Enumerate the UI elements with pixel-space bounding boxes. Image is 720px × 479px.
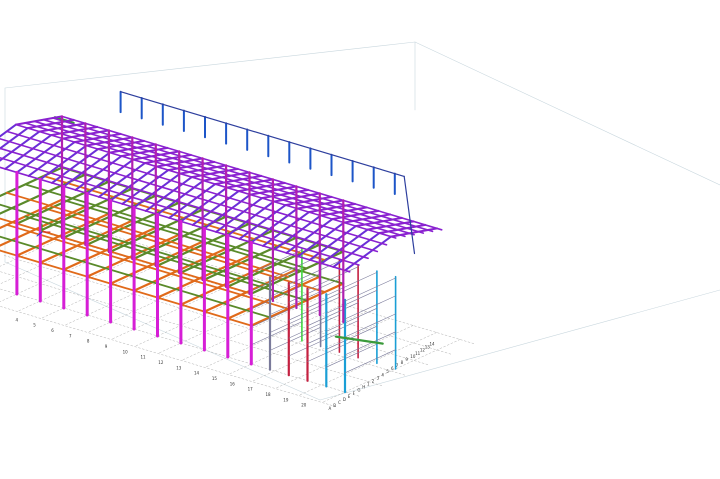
roof-purlin bbox=[42, 118, 425, 234]
grid-label: 4 bbox=[381, 372, 384, 377]
bay-girt bbox=[325, 307, 378, 332]
grid-label: B bbox=[333, 403, 336, 408]
bounding-box-edge bbox=[414, 41, 720, 186]
grid-label: 17 bbox=[248, 387, 254, 392]
structural-3d-model[interactable]: BA1234567891011121314151617181920ABCDEFG… bbox=[0, 0, 720, 475]
grid-label: 14 bbox=[194, 371, 200, 376]
grid-label: 12 bbox=[158, 360, 164, 365]
bay-girt bbox=[307, 338, 359, 362]
canopy-beam bbox=[334, 335, 384, 345]
grid-label: 16 bbox=[230, 381, 236, 386]
grid-label: 3 bbox=[377, 375, 380, 380]
bay-girt bbox=[307, 302, 359, 327]
grid-label: 3 bbox=[0, 312, 1, 317]
grid-label: 14 bbox=[430, 342, 436, 347]
bay-girt bbox=[288, 332, 340, 357]
handrail-rail bbox=[403, 175, 416, 255]
roof-steel bbox=[0, 115, 443, 273]
bay-girt bbox=[344, 295, 396, 320]
bay-girt bbox=[325, 325, 378, 350]
grid-line bbox=[0, 271, 383, 386]
grid-label: 11 bbox=[141, 355, 147, 360]
bay-girt bbox=[344, 277, 396, 302]
grid-label: 9 bbox=[105, 344, 108, 349]
bay-girt bbox=[269, 326, 321, 351]
grid-label: 6 bbox=[51, 328, 54, 333]
grid-label: 10 bbox=[123, 349, 129, 354]
grid-label: 20 bbox=[301, 403, 307, 408]
grid-label: G bbox=[357, 388, 360, 393]
grid-label: E bbox=[348, 394, 351, 399]
bounding-box bbox=[4, 41, 720, 401]
floor-beam bbox=[5, 223, 290, 310]
grid-label: 2 bbox=[372, 379, 375, 384]
bounding-box-edge bbox=[319, 289, 720, 401]
grid-label: 8 bbox=[401, 360, 404, 365]
grid-label: 4 bbox=[16, 317, 19, 322]
grid-label: C bbox=[338, 400, 341, 405]
model-viewport[interactable]: BA1234567891011121314151617181920ABCDEFG… bbox=[0, 0, 720, 475]
bay-girt bbox=[325, 343, 378, 368]
grid-label: H bbox=[362, 385, 365, 390]
grid-label: 18 bbox=[266, 392, 272, 397]
bay-girt bbox=[325, 272, 378, 296]
grid-label: 13 bbox=[176, 365, 182, 370]
grid-label: D bbox=[343, 397, 346, 402]
grid-label: 9 bbox=[405, 357, 408, 362]
grid-label: 5 bbox=[386, 369, 389, 374]
bay-girt bbox=[307, 320, 359, 345]
grid-label: 6 bbox=[391, 366, 394, 371]
grid-label: 8 bbox=[87, 339, 90, 344]
bay-girt bbox=[251, 321, 303, 346]
grid-label: 1 bbox=[367, 382, 370, 387]
grid-label: 19 bbox=[283, 397, 289, 402]
bay-girt bbox=[344, 313, 396, 338]
grid-label: 7 bbox=[69, 333, 72, 338]
bounding-box-edge bbox=[4, 41, 416, 89]
grid-label: A bbox=[329, 406, 332, 411]
bay-girt bbox=[288, 314, 340, 339]
grid-label: 5 bbox=[33, 323, 36, 328]
grid-label: 15 bbox=[212, 376, 218, 381]
